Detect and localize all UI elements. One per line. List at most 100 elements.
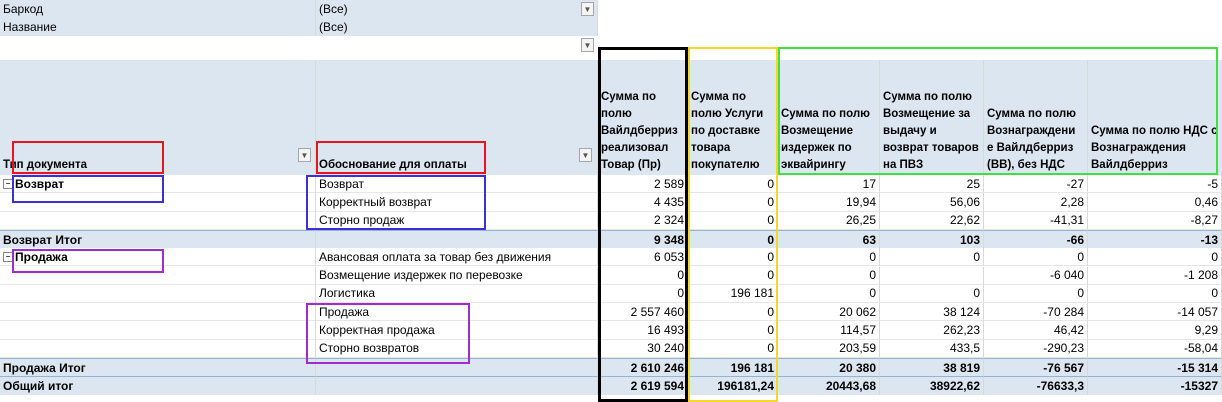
row-doc-type[interactable]: − Возврат xyxy=(0,175,316,194)
value-cell: 0 xyxy=(688,248,778,267)
row-payment-reason xyxy=(316,376,598,395)
row-doc-type-label: Возврат Итог xyxy=(3,232,83,247)
value-cell: 0 xyxy=(688,339,778,358)
value-cell: -5 xyxy=(1088,175,1222,194)
value-cell: 0 xyxy=(688,211,778,230)
table-row: Логистика 0 196 181 0 0 0 0 xyxy=(0,284,1222,304)
row-doc-type xyxy=(0,284,316,304)
filter-label: Название xyxy=(0,18,316,36)
value-cell: 30 240 xyxy=(598,339,688,358)
header-payment-reason[interactable]: Обоснование для оплаты xyxy=(316,60,598,175)
header-value-col[interactable]: Сумма по полю Возмещение издержек по экв… xyxy=(778,60,880,175)
row-payment-reason: Авансовая оплата за товар без движения xyxy=(316,248,598,267)
header-value-col[interactable]: Сумма по полю НДС с Вознаграждения Вайлд… xyxy=(1088,60,1222,175)
value-cell: -14 057 xyxy=(1088,303,1222,322)
value-cell: 196 181 xyxy=(688,358,778,377)
dropdown-arrow-icon[interactable]: ▼ xyxy=(298,148,311,162)
value-cell: 0 xyxy=(688,175,778,194)
value-cell: 0 xyxy=(778,248,880,267)
value-cell: 0 xyxy=(778,284,880,304)
collapse-minus-icon[interactable]: − xyxy=(3,251,13,262)
row-doc-type xyxy=(0,193,316,212)
filter-row-barcode: Баркод (Все) ▼ xyxy=(0,0,1222,18)
value-cell: -13 xyxy=(1088,229,1222,249)
value-cell: 0 xyxy=(688,229,778,249)
value-cell: 2,28 xyxy=(984,193,1088,212)
value-cell: 16 493 xyxy=(598,321,688,340)
total-row: Возврат Итог 9 348 0 63 103 -66 -13 xyxy=(0,229,1222,249)
value-cell: 0 xyxy=(880,248,984,267)
row-payment-reason: Возмещение издержек по перевозке xyxy=(316,266,598,285)
row-payment-reason: Продажа xyxy=(316,303,598,322)
value-cell: 114,57 xyxy=(778,321,880,340)
value-cell: 196181,24 xyxy=(688,376,778,395)
value-cell: 17 xyxy=(778,175,880,194)
value-cell: 25 xyxy=(880,175,984,194)
header-value-col[interactable]: Сумма по полю Возмещение за выдачу и воз… xyxy=(880,60,984,175)
value-cell: -290,23 xyxy=(984,339,1088,358)
filter-value[interactable]: (Все) xyxy=(316,0,598,18)
value-cell: 38 819 xyxy=(880,358,984,377)
value-cell: 0 xyxy=(688,321,778,340)
row-payment-reason: Возврат xyxy=(316,175,598,194)
value-cell: 20 380 xyxy=(778,358,880,377)
value-cell: -6 040 xyxy=(984,266,1088,285)
value-cell: 46,42 xyxy=(984,321,1088,340)
value-cell: 0 xyxy=(880,284,984,304)
row-payment-reason xyxy=(316,229,598,249)
total-row: Общий итог 2 619 594 196181,24 20443,68 3892… xyxy=(0,376,1222,395)
value-cell: 103 xyxy=(880,229,984,249)
row-doc-type xyxy=(0,211,316,230)
value-cell: -41,31 xyxy=(984,211,1088,230)
header-row: Тип документа ▼ Обоснование для оплаты ▼… xyxy=(0,60,1222,175)
header-value-col[interactable]: Сумма по полю Услуги по доставке товара … xyxy=(688,60,778,175)
table-row: Сторно возвратов 30 240 0 203,59 433,5 -290,2… xyxy=(0,339,1222,358)
dropdown-arrow-icon[interactable]: ▼ xyxy=(581,38,594,52)
row-doc-type: Общий итог xyxy=(0,376,316,395)
total-row: Продажа Итог 2 610 246 196 181 20 380 38 819… xyxy=(0,358,1222,377)
value-cell: 19,94 xyxy=(778,193,880,212)
value-cell: 0 xyxy=(984,248,1088,267)
header-value-col[interactable]: Сумма по полю Вайлдберриз реализовал Тов… xyxy=(598,60,688,175)
value-cell: 20 062 xyxy=(778,303,880,322)
collapse-minus-icon[interactable]: − xyxy=(3,178,13,189)
value-cell: 0 xyxy=(778,266,880,285)
row-doc-type xyxy=(0,321,316,340)
row-doc-type-label: Продажа xyxy=(15,249,68,264)
table-row: − Продажа Авансовая оплата за товар без дв… xyxy=(0,248,1222,267)
value-cell: 9,29 xyxy=(1088,321,1222,340)
value-cell: -66 xyxy=(984,229,1088,249)
value-cell: -27 xyxy=(984,175,1088,194)
row-doc-type xyxy=(0,303,316,322)
row-payment-reason: Корректный возврат xyxy=(316,193,598,212)
value-cell: 2 589 xyxy=(598,175,688,194)
header-doc-type[interactable]: Тип документа xyxy=(0,60,316,175)
row-doc-type[interactable]: − Продажа xyxy=(0,248,316,267)
filter-value[interactable]: (Все) xyxy=(316,18,598,36)
value-cell: 2 619 594 xyxy=(598,376,688,395)
table-row: Корректная продажа 16 493 0 114,57 262,23 46,… xyxy=(0,321,1222,340)
value-cell: 56,06 xyxy=(880,193,984,212)
value-cell: 2 610 246 xyxy=(598,358,688,377)
value-cell: 9 348 xyxy=(598,229,688,249)
value-cell: -15327 xyxy=(1088,376,1222,395)
header-value-col[interactable]: Сумма по полю Вознаграждени е Вайлдберри… xyxy=(984,60,1088,175)
value-cell: 196 181 xyxy=(688,284,778,304)
value-cell: 2 324 xyxy=(598,211,688,230)
row-doc-type: Продажа Итог xyxy=(0,358,316,377)
row-doc-type-label: Продажа Итог xyxy=(3,360,86,375)
dropdown-arrow-icon[interactable]: ▼ xyxy=(581,2,594,16)
value-cell: -15 314 xyxy=(1088,358,1222,377)
table-row: Сторно продаж 2 324 0 26,25 22,62 -41,31 -8,27 xyxy=(0,211,1222,230)
value-cell: 433,5 xyxy=(880,339,984,358)
dropdown-arrow-icon[interactable]: ▼ xyxy=(579,148,592,162)
value-cell: 0 xyxy=(688,193,778,212)
value-cell: -76633,3 xyxy=(984,376,1088,395)
value-cell xyxy=(880,266,984,285)
row-payment-reason: Корректная продажа xyxy=(316,321,598,340)
value-cell: -76 567 xyxy=(984,358,1088,377)
row-payment-reason xyxy=(316,358,598,377)
value-cell: 6 053 xyxy=(598,248,688,267)
value-cell: -8,27 xyxy=(1088,211,1222,230)
table-row: Продажа 2 557 460 0 20 062 38 124 -70 284 -14 … xyxy=(0,303,1222,322)
